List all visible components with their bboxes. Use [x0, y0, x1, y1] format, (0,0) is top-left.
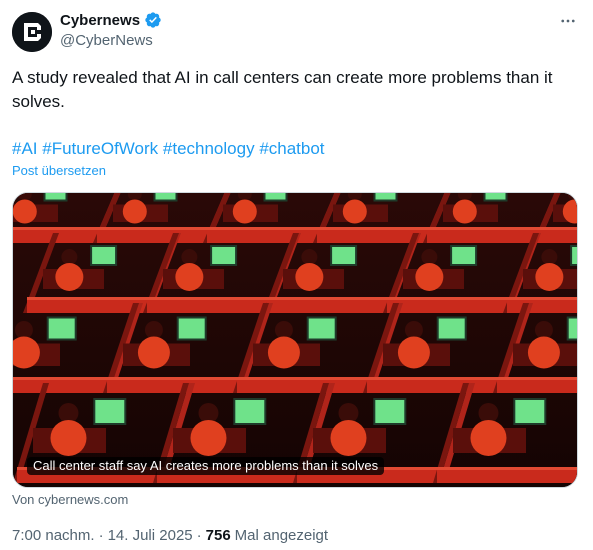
hashtag-list: #AI #FutureOfWork #technology #chatbot: [12, 137, 325, 161]
author-name-row[interactable]: Cybernews: [60, 11, 162, 29]
verified-badge-icon: [145, 12, 161, 28]
display-name[interactable]: Cybernews: [60, 12, 140, 29]
meta-separator: ·: [196, 527, 202, 544]
view-count-label: Mal angezeigt: [234, 527, 329, 544]
author-handle[interactable]: @CyberNews: [60, 32, 153, 49]
hashtag-link[interactable]: #AI: [12, 139, 38, 158]
hashtag-link[interactable]: #chatbot: [259, 139, 324, 158]
tweet-date[interactable]: 14. Juli 2025: [108, 527, 193, 544]
tweet-time[interactable]: 7:00 nachm.: [12, 527, 95, 544]
call-center-illustration: [13, 193, 577, 487]
translate-post-link[interactable]: Post übersetzen: [12, 163, 106, 178]
tweet-metadata: 7:00 nachm. · 14. Juli 2025 · 756 Mal an…: [12, 527, 328, 544]
meta-separator: ·: [98, 527, 104, 544]
link-source[interactable]: Von cybernews.com: [12, 492, 128, 507]
link-card-image[interactable]: Call center staff say AI creates more pr…: [12, 192, 578, 488]
cybernews-logo-icon: [12, 12, 52, 52]
hashtag-link[interactable]: #technology: [163, 139, 255, 158]
tweet-text: A study revealed that AI in call centers…: [12, 68, 553, 111]
view-count: 756: [205, 527, 231, 544]
more-options-icon: [561, 19, 575, 23]
avatar[interactable]: [12, 12, 52, 52]
more-options-button[interactable]: [556, 12, 580, 30]
link-card-caption: Call center staff say AI creates more pr…: [27, 457, 385, 475]
tweet-card: Cybernews @CyberNews A study revealed th…: [0, 0, 593, 550]
hashtag-link[interactable]: #FutureOfWork: [42, 139, 158, 158]
